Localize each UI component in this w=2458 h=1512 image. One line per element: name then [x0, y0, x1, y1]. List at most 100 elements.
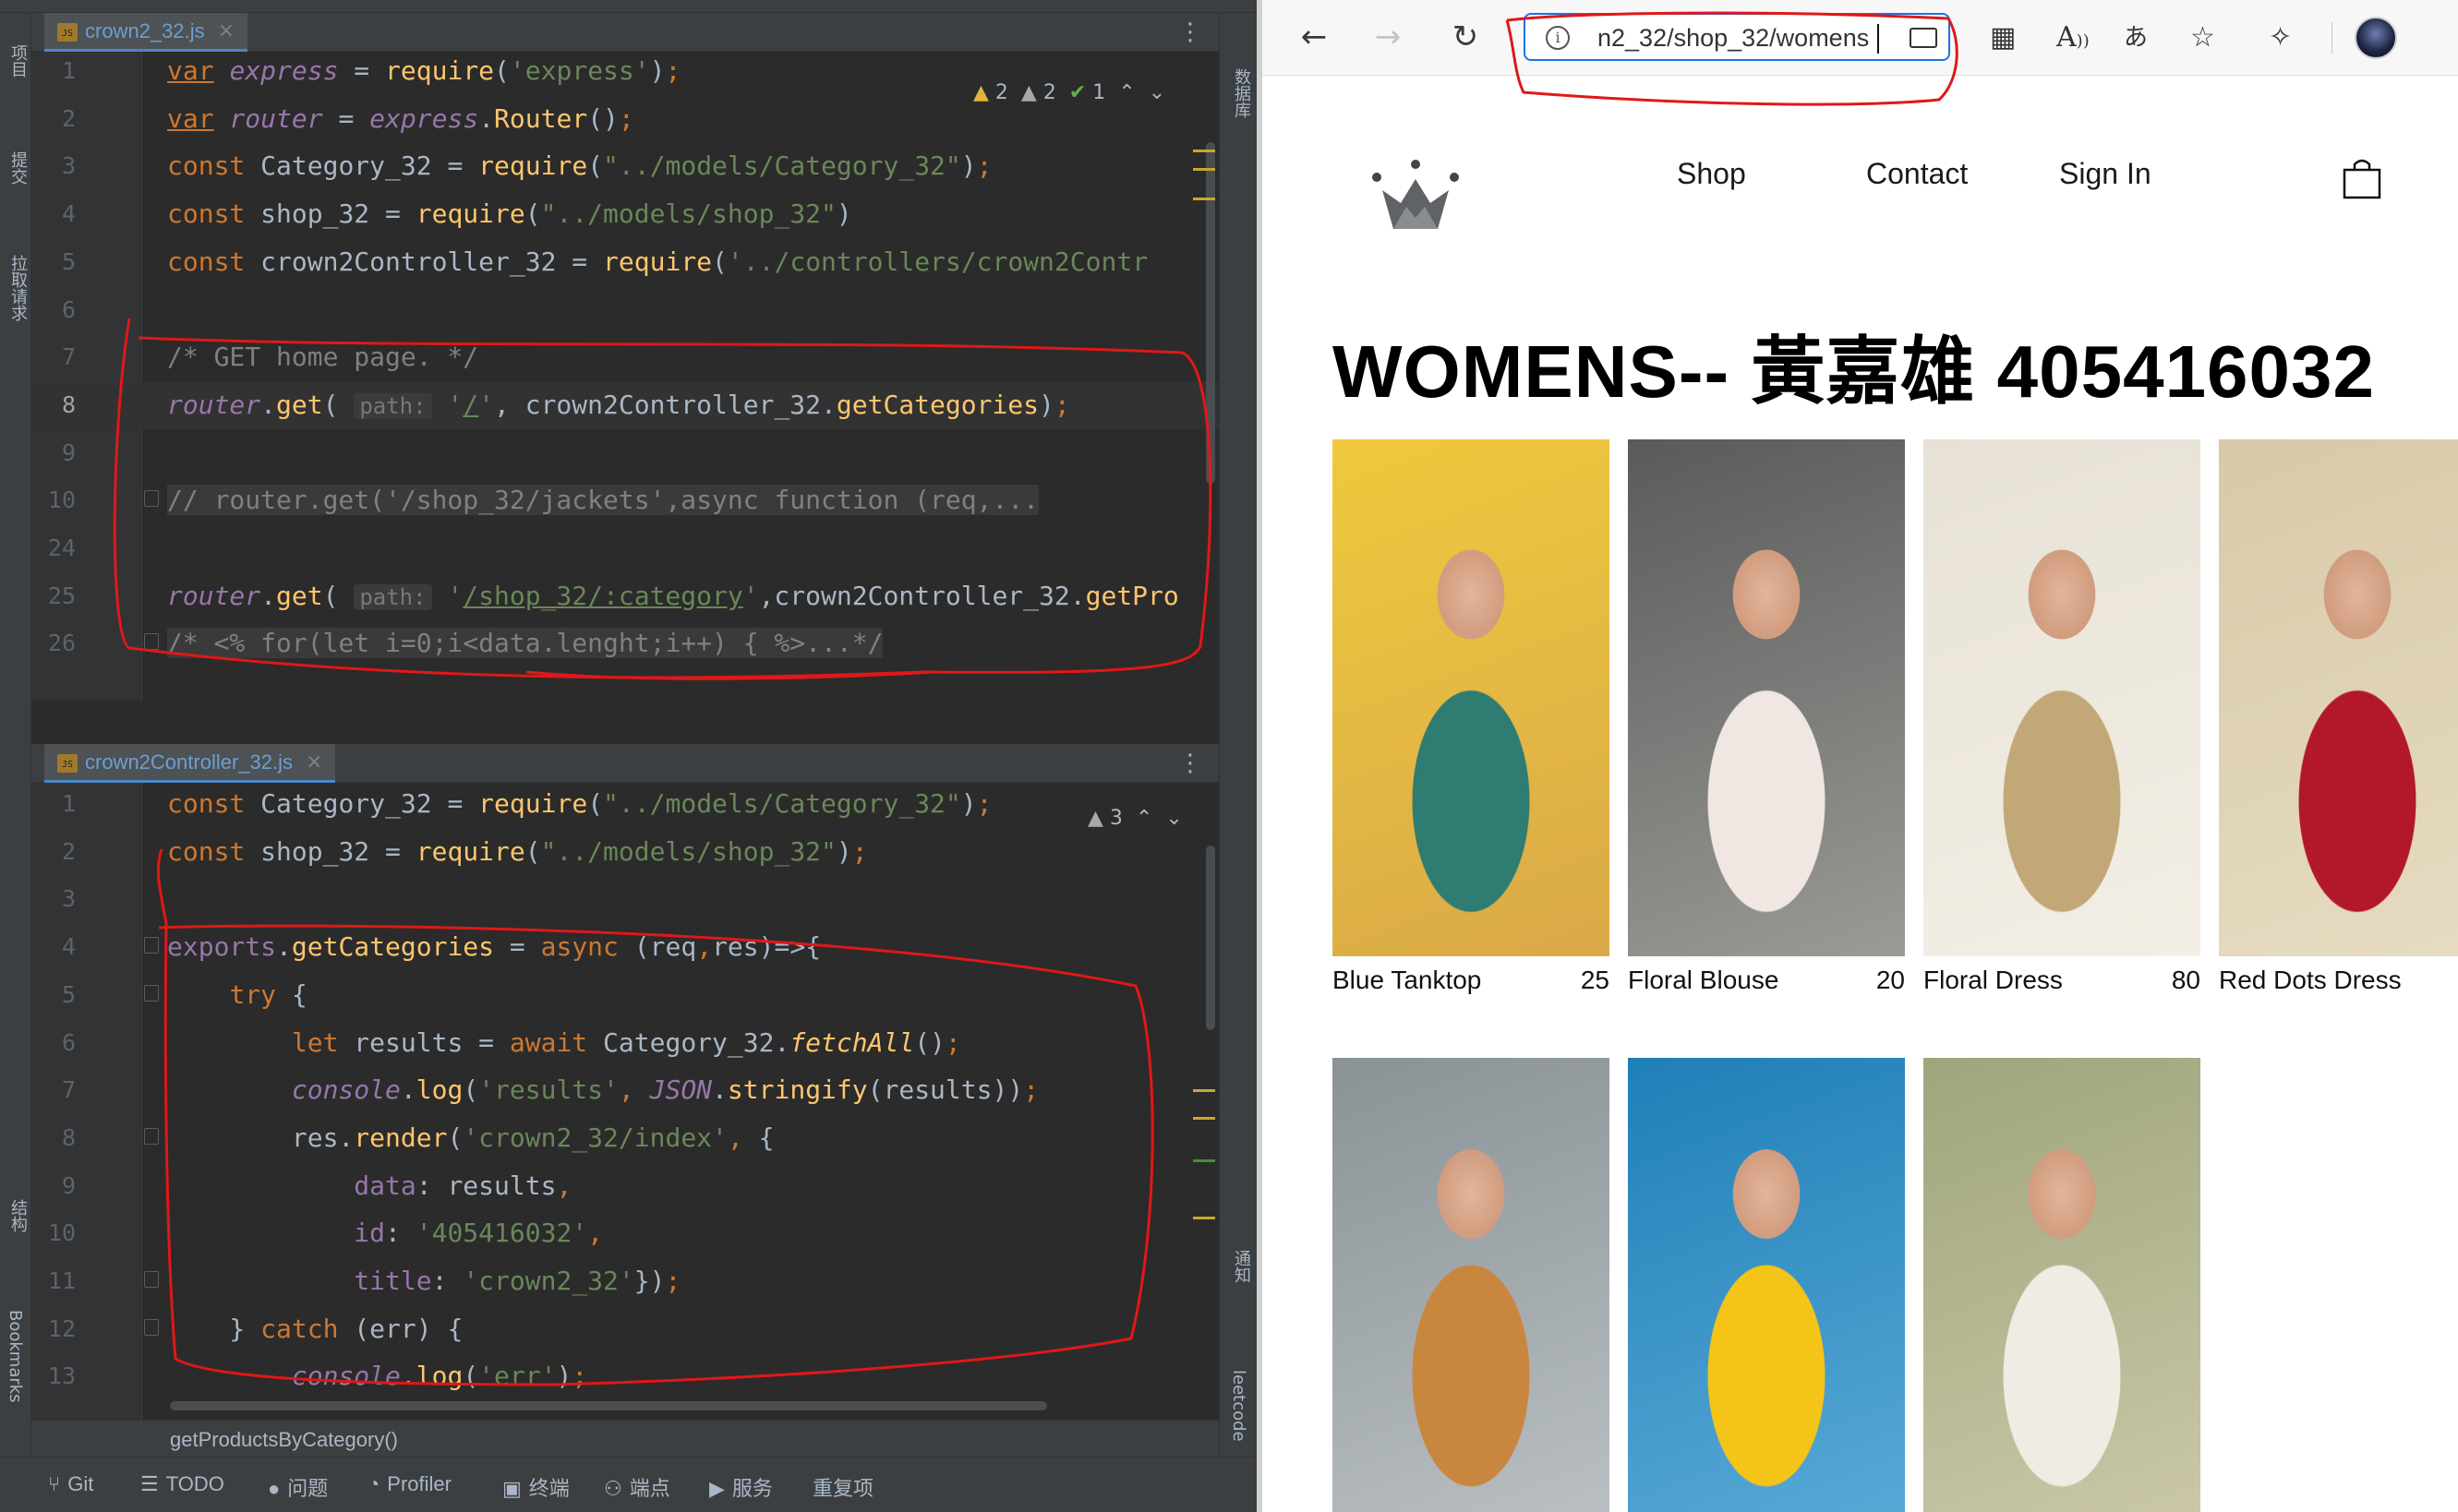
- code-line[interactable]: 1 const Category_32 = require("../models/…: [31, 781, 1219, 828]
- ok-marker[interactable]: [1193, 1159, 1215, 1162]
- nav-contact-link[interactable]: Contact: [1866, 157, 1968, 191]
- url-text[interactable]: n2_32/shop_32/womens: [1597, 24, 1869, 53]
- translate-icon[interactable]: あ: [2124, 24, 2148, 52]
- chevron-up-icon[interactable]: ⌃: [1118, 81, 1135, 104]
- code-line[interactable]: 6 let results = await Category_32.fetchA…: [31, 1020, 1219, 1067]
- code-line[interactable]: 25 router.get( path: '/shop_32/:category'…: [31, 573, 1219, 620]
- line-number[interactable]: 9: [31, 1172, 76, 1199]
- line-number[interactable]: 4: [31, 200, 76, 227]
- extensions-icon[interactable]: ✧: [2269, 24, 2292, 52]
- tool-window-button[interactable]: ● 问题: [268, 1472, 328, 1502]
- address-bar[interactable]: i n2_32/shop_32/womens: [1524, 13, 1950, 61]
- code-line[interactable]: 24: [31, 525, 1219, 572]
- line-number[interactable]: 12: [31, 1315, 76, 1342]
- code-line[interactable]: 13 console.log('err');: [31, 1353, 1219, 1400]
- fold-toggle-icon[interactable]: [144, 984, 159, 1002]
- vertical-scrollbar[interactable]: [1206, 846, 1215, 1030]
- line-number[interactable]: 5: [31, 248, 76, 275]
- code-line[interactable]: 7 /* GET home page. */: [31, 334, 1219, 381]
- line-number[interactable]: 3: [31, 885, 76, 912]
- product-image[interactable]: [1923, 1058, 2200, 1512]
- rail-pull-requests[interactable]: 拉取请求: [6, 255, 30, 321]
- line-number[interactable]: 2: [31, 838, 76, 865]
- code-line[interactable]: 7 console.log('results', JSON.stringify(…: [31, 1067, 1219, 1114]
- tool-window-button[interactable]: ☰ TODO: [140, 1472, 224, 1496]
- line-number[interactable]: 25: [31, 582, 76, 609]
- chevron-up-icon[interactable]: ⌃: [1136, 807, 1152, 830]
- line-number[interactable]: 7: [31, 343, 76, 370]
- code-line[interactable]: 9 data: results,: [31, 1163, 1219, 1210]
- code-line[interactable]: 4 const shop_32 = require("../models/shop…: [31, 191, 1219, 238]
- warning-marker[interactable]: [1193, 1217, 1215, 1219]
- warning-marker[interactable]: [1193, 1117, 1215, 1120]
- code-line[interactable]: 8 router.get( path: '/', crown2Controller…: [31, 381, 1219, 429]
- code-line[interactable]: 4 exports.getCategories = async (req,res)…: [31, 924, 1219, 971]
- favorite-add-icon[interactable]: ☆: [2190, 24, 2215, 52]
- code-line[interactable]: 12 } catch (err) {: [31, 1306, 1219, 1353]
- info-icon[interactable]: i: [1546, 26, 1570, 50]
- product-image[interactable]: [1332, 439, 1609, 956]
- inspection-widget[interactable]: ▲ 2 ▲ 2 ✔ 1 ⌃ ⌄: [973, 81, 1165, 104]
- rail-project[interactable]: 项目: [6, 44, 30, 78]
- line-number[interactable]: 3: [31, 152, 76, 179]
- tool-window-button[interactable]: ⑂ Git: [48, 1472, 93, 1496]
- more-vertical-icon[interactable]: ⋮: [1178, 18, 1202, 46]
- code-line[interactable]: 3: [31, 876, 1219, 923]
- line-number[interactable]: 11: [31, 1267, 76, 1294]
- rail-database[interactable]: 数据库: [1229, 68, 1253, 118]
- line-number[interactable]: 10: [31, 1219, 76, 1246]
- shopping-bag-icon[interactable]: [2343, 159, 2381, 199]
- tab-crown2-js[interactable]: JS crown2_32.js ×: [44, 13, 248, 52]
- rail-bookmarks[interactable]: Bookmarks: [6, 1310, 25, 1403]
- code-line[interactable]: 10 // router.get('/shop_32/jackets',async…: [31, 477, 1219, 524]
- product-image[interactable]: [1628, 439, 1905, 956]
- close-icon[interactable]: ×: [306, 750, 322, 774]
- breadcrumb[interactable]: getProductsByCategory(): [170, 1428, 398, 1452]
- line-number[interactable]: 7: [31, 1076, 76, 1103]
- line-number[interactable]: 6: [31, 296, 76, 323]
- horizontal-scrollbar[interactable]: [170, 1401, 1047, 1410]
- fold-toggle-icon[interactable]: [144, 937, 159, 954]
- fold-toggle-icon[interactable]: [144, 1318, 159, 1336]
- close-icon[interactable]: ×: [218, 19, 235, 42]
- rail-structure[interactable]: 结构: [6, 1199, 30, 1232]
- product-image[interactable]: [1923, 439, 2200, 956]
- code-line[interactable]: 6: [31, 287, 1219, 334]
- read-aloud-icon[interactable]: A)): [2056, 24, 2090, 55]
- fold-toggle-icon[interactable]: [144, 490, 159, 508]
- product-image[interactable]: [1332, 1058, 1609, 1512]
- warning-marker[interactable]: [1193, 1089, 1215, 1092]
- warning-marker[interactable]: [1193, 150, 1215, 152]
- editor-crown2controller-js[interactable]: JS crown2Controller_32.js × ⋮ 1 const Cat…: [31, 744, 1219, 1420]
- nav-signin-link[interactable]: Sign In: [2059, 157, 2151, 191]
- forward-icon[interactable]: →: [1366, 15, 1410, 59]
- tool-window-button[interactable]: ▶ 服务: [709, 1472, 773, 1502]
- more-vertical-icon[interactable]: ⋮: [1178, 750, 1202, 777]
- fold-toggle-icon[interactable]: [144, 1127, 159, 1145]
- line-number[interactable]: 1: [31, 57, 76, 84]
- code-line[interactable]: 26 /* <% for(let i=0;i<data.lenght;i++) {…: [31, 620, 1219, 667]
- back-icon[interactable]: ←: [1292, 15, 1336, 59]
- line-number[interactable]: 8: [31, 1124, 76, 1151]
- chevron-down-icon[interactable]: ⌄: [1149, 81, 1165, 104]
- code-line[interactable]: 3 const Category_32 = require("../models/…: [31, 143, 1219, 190]
- tool-window-button[interactable]: ⚇ 端点: [604, 1472, 670, 1502]
- code-line[interactable]: 5 const crown2Controller_32 = require('..…: [31, 239, 1219, 286]
- profile-avatar[interactable]: [2355, 17, 2397, 59]
- line-number[interactable]: 5: [31, 981, 76, 1008]
- nav-shop-link[interactable]: Shop: [1677, 157, 1746, 191]
- product-image[interactable]: [1628, 1058, 1905, 1512]
- line-number[interactable]: 9: [31, 439, 76, 466]
- vertical-scrollbar[interactable]: [1206, 142, 1215, 484]
- tool-window-button[interactable]: ◔ Profiler: [367, 1472, 452, 1496]
- line-number[interactable]: 2: [31, 105, 76, 132]
- crown-logo-icon[interactable]: [1369, 157, 1462, 231]
- tool-window-button[interactable]: 重复项: [813, 1472, 874, 1502]
- warning-marker[interactable]: [1193, 168, 1215, 171]
- code-line[interactable]: 9: [31, 430, 1219, 477]
- fold-toggle-icon[interactable]: [144, 633, 159, 651]
- line-number[interactable]: 4: [31, 933, 76, 960]
- editor-crown2-js[interactable]: JS crown2_32.js × ⋮ 1 var express = requi…: [31, 13, 1219, 701]
- line-number[interactable]: 6: [31, 1029, 76, 1056]
- line-number[interactable]: 10: [31, 486, 76, 513]
